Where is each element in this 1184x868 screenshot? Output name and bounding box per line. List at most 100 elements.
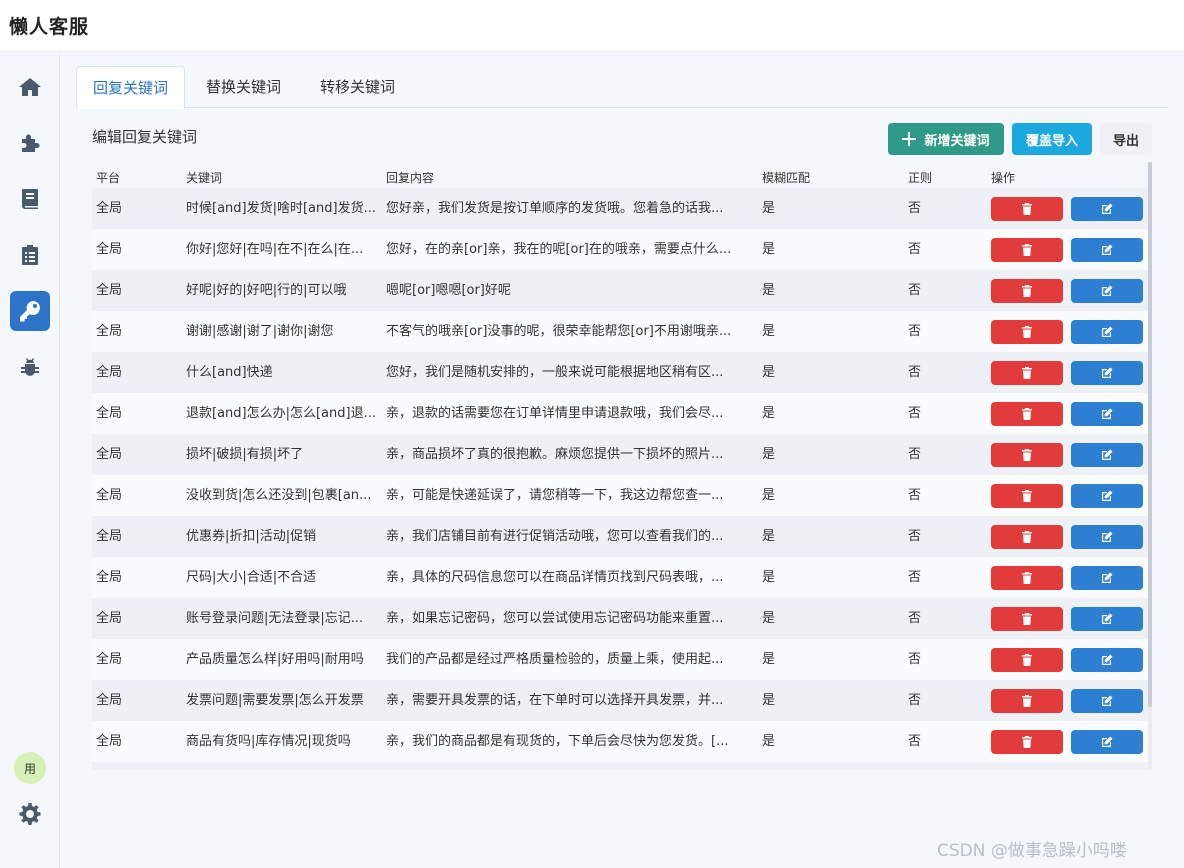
sidebar-item-home[interactable]: [10, 67, 50, 107]
delete-button[interactable]: [991, 525, 1063, 549]
delete-button[interactable]: [991, 689, 1063, 713]
cell-platform: 全局: [96, 324, 123, 339]
delete-button[interactable]: [991, 443, 1063, 467]
cell-keyword: 没收到货|怎么还没到|包裹[an...: [186, 488, 372, 503]
book-icon: [22, 189, 38, 209]
edit-icon: [1102, 654, 1113, 665]
cell-regex: 否: [908, 283, 922, 298]
cell-regex: 否: [908, 529, 922, 544]
edit-button[interactable]: [1071, 607, 1143, 631]
edit-icon: [1102, 408, 1113, 419]
cell-keyword: 优惠券|折扣|活动|促销: [186, 529, 317, 544]
delete-button[interactable]: [991, 197, 1063, 221]
header-actions: 操作: [991, 171, 1016, 185]
delete-button[interactable]: [991, 238, 1063, 262]
edit-button[interactable]: [1071, 402, 1143, 426]
key-icon: [20, 301, 40, 322]
tab-reply-keywords[interactable]: 回复关键词: [76, 66, 186, 109]
cell-fuzzy: 是: [762, 488, 776, 503]
delete-button[interactable]: [991, 320, 1063, 344]
edit-button[interactable]: [1071, 484, 1143, 508]
delete-button[interactable]: [991, 730, 1063, 754]
sidebar-item-plugins[interactable]: [10, 123, 50, 163]
trash-icon: [1022, 490, 1032, 502]
cell-fuzzy: 是: [762, 283, 776, 298]
cell-platform: 全局: [96, 570, 123, 585]
gear-icon: [19, 803, 41, 825]
edit-button[interactable]: [1071, 197, 1143, 221]
cell-regex: 否: [908, 406, 922, 421]
import-button[interactable]: 覆盖导入: [1012, 123, 1092, 155]
app-title: 懒人客服: [9, 16, 90, 38]
cell-reply: 亲，如果忘记密码，您可以尝试使用忘记密码功能来重置...: [386, 611, 724, 626]
sidebar-item-knowledge[interactable]: [10, 179, 50, 219]
add-keyword-button[interactable]: 新增关键词: [888, 123, 1004, 155]
tab-bar: 回复关键词 替换关键词 转移关键词: [76, 66, 1168, 109]
tab-transfer-keywords[interactable]: 转移关键词: [304, 66, 411, 108]
delete-button[interactable]: [991, 402, 1063, 426]
table-row: 全局 账号登录问题|无法登录|忘记... 亲，如果忘记密码，您可以尝试使用忘记密码功…: [92, 598, 1148, 639]
delete-button[interactable]: [991, 566, 1063, 590]
cell-fuzzy: 是: [762, 570, 776, 585]
edit-button[interactable]: [1071, 689, 1143, 713]
section-title: 编辑回复关键词: [92, 128, 198, 146]
cell-regex: 否: [908, 324, 922, 339]
cell-platform: 全局: [96, 447, 123, 462]
cell-regex: [908, 762, 948, 770]
delete-button[interactable]: [991, 279, 1063, 303]
cell-fuzzy: [762, 762, 822, 770]
edit-button[interactable]: [1071, 566, 1143, 590]
table-row: 全局 退款[and]怎么办|怎么[and]退... 亲，退款的话需要您在订单详情里申…: [92, 393, 1148, 434]
scroll-thumb[interactable]: [1148, 162, 1152, 707]
cell-fuzzy: 是: [762, 734, 776, 749]
cell-platform: 全局: [96, 201, 123, 216]
trash-icon: [1022, 695, 1032, 707]
sidebar-item-keywords[interactable]: [10, 291, 50, 331]
cell-regex: 否: [908, 365, 922, 380]
cell-fuzzy: 是: [762, 652, 776, 667]
puzzle-icon: [22, 134, 40, 152]
bug-icon: [21, 358, 39, 376]
cell-platform: [96, 762, 176, 770]
cell-regex: 否: [908, 611, 922, 626]
edit-button[interactable]: [1071, 279, 1143, 303]
main-content: 回复关键词 替换关键词 转移关键词 编辑回复关键词 新增关键词 覆盖导入 导出 …: [76, 66, 1168, 856]
export-button[interactable]: 导出: [1100, 123, 1152, 155]
edit-icon: [1102, 449, 1113, 460]
table-header: 平台 关键词 回复内容 模糊匹配 正则 操作: [92, 164, 1148, 188]
edit-button[interactable]: [1071, 648, 1143, 672]
cell-reply: 亲，我们的商品都是有现货的，下单后会尽快为您发货。[...: [386, 734, 729, 749]
table-scrollbar[interactable]: [1148, 162, 1152, 770]
edit-button[interactable]: [1071, 320, 1143, 344]
edit-button[interactable]: [1071, 361, 1143, 385]
tab-replace-keywords[interactable]: 替换关键词: [190, 66, 297, 108]
avatar[interactable]: 用: [14, 752, 46, 784]
edit-button[interactable]: [1071, 525, 1143, 549]
edit-icon: [1102, 203, 1113, 214]
edit-button[interactable]: [1071, 730, 1143, 754]
delete-button[interactable]: [991, 361, 1063, 385]
delete-button[interactable]: [991, 648, 1063, 672]
cell-regex: 否: [908, 488, 922, 503]
watermark: CSDN @做事急躁小吗喽: [937, 841, 1127, 861]
edit-button[interactable]: [1071, 238, 1143, 262]
sidebar-item-settings[interactable]: [10, 793, 50, 833]
trash-icon: [1022, 367, 1032, 379]
delete-button[interactable]: [991, 607, 1063, 631]
sidebar-item-tasks[interactable]: [10, 235, 50, 275]
trash-icon: [1022, 531, 1032, 543]
cell-platform: 全局: [96, 529, 123, 544]
edit-button[interactable]: [1071, 443, 1143, 467]
cell-fuzzy: 是: [762, 324, 776, 339]
delete-button[interactable]: [991, 484, 1063, 508]
cell-keyword: 退款[and]怎么办|怎么[and]退...: [186, 406, 376, 421]
table-row: 全局 尺码|大小|合适|不合适 亲，具体的尺码信息您可以在商品详情页找到尺码表哦，.…: [92, 557, 1148, 598]
header-fuzzy: 模糊匹配: [762, 171, 811, 185]
cell-platform: 全局: [96, 242, 123, 257]
sidebar-item-debug[interactable]: [10, 347, 50, 387]
cell-reply: 我们的产品都是经过严格质量检验的，质量上乘，使用起...: [386, 652, 724, 667]
cell-regex: 否: [908, 201, 922, 216]
edit-icon: [1102, 531, 1113, 542]
header-regex: 正则: [908, 171, 933, 185]
app-header: 懒人客服: [0, 0, 1184, 52]
